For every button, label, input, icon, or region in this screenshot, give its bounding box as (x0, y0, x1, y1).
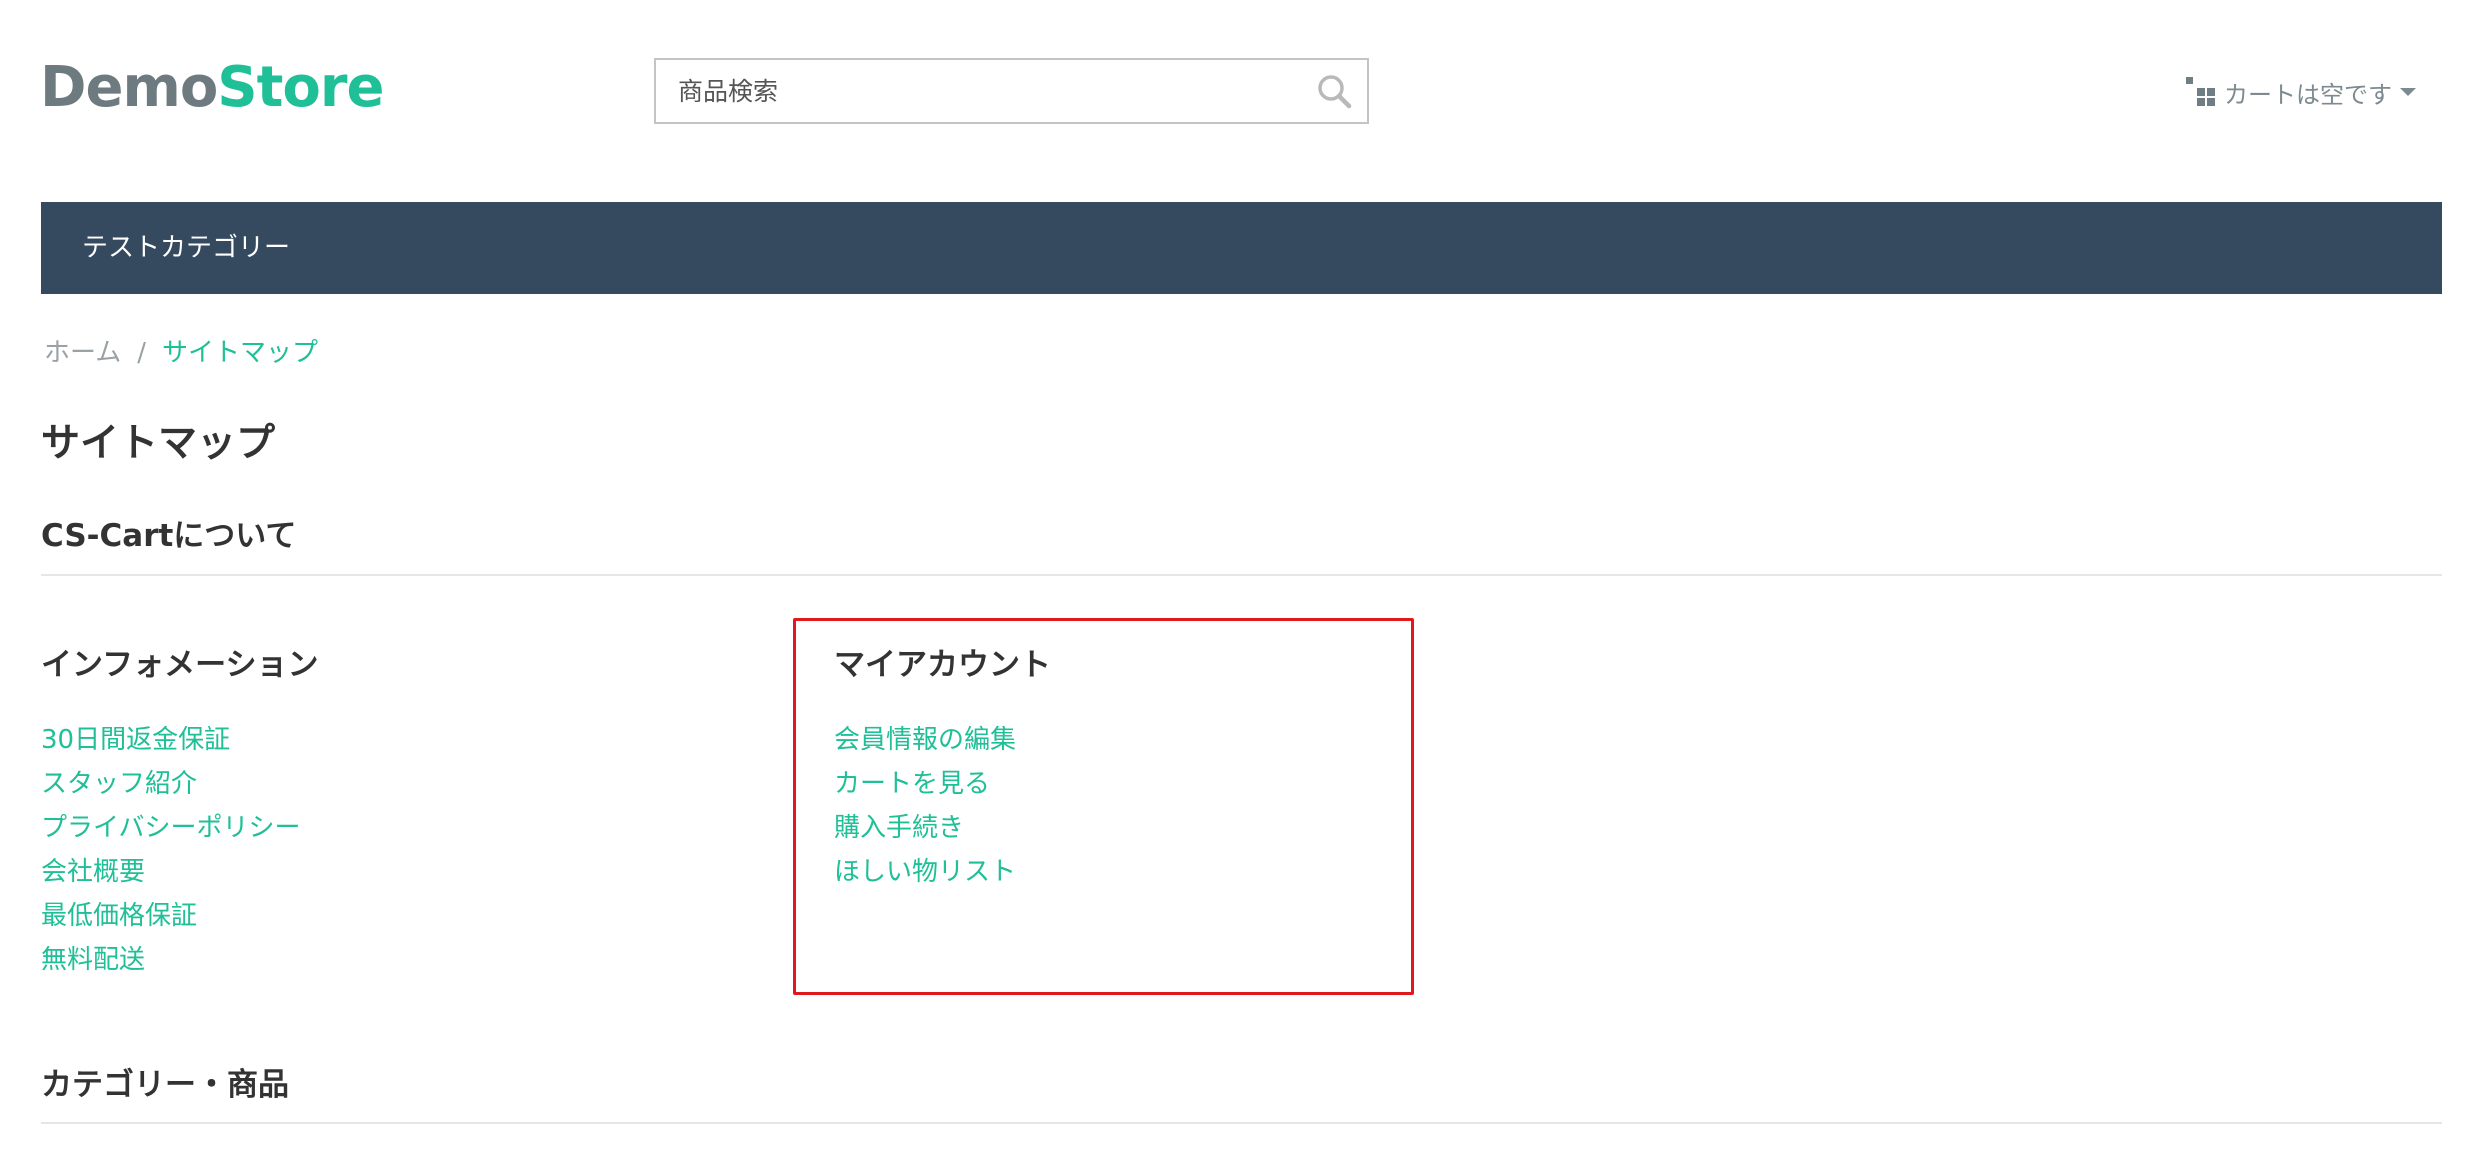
breadcrumb-separator: / (137, 338, 146, 368)
my-account-link[interactable]: ほしい物リスト (834, 850, 1016, 894)
logo-text-demo: Demo (40, 55, 218, 120)
my-account-column-title: マイアカウント (834, 647, 1051, 683)
section-title-categories: カテゴリー・商品 (41, 1067, 289, 1103)
info-link[interactable]: 30日間返金保証 (41, 718, 300, 762)
section-divider-about (41, 574, 2442, 576)
info-link[interactable]: 最低価格保証 (41, 894, 300, 938)
page-title: サイトマップ (41, 421, 276, 466)
my-account-link[interactable]: 会員情報の編集 (834, 718, 1016, 762)
info-link[interactable]: 無料配送 (41, 938, 300, 982)
my-account-link[interactable]: カートを見る (834, 762, 1016, 806)
info-link[interactable]: プライバシーポリシー (41, 806, 300, 850)
cart-grid-icon (2186, 77, 2216, 107)
cart-dropdown[interactable]: カートは空です (2186, 72, 2418, 112)
info-link[interactable]: スタッフ紹介 (41, 762, 300, 806)
search-icon[interactable] (1313, 70, 1357, 114)
nav-item-test-category[interactable]: テストカテゴリー (82, 202, 290, 294)
info-link-list: 30日間返金保証 スタッフ紹介 プライバシーポリシー 会社概要 最低価格保証 無… (41, 718, 300, 982)
info-column-title: インフォメーション (41, 647, 319, 683)
logo-text-store: Store (217, 55, 384, 120)
my-account-link-list: 会員情報の編集 カートを見る 購入手続き ほしい物リスト (834, 718, 1016, 894)
chevron-down-icon (2398, 82, 2418, 102)
site-header: DemoStore カートは空です (0, 0, 2484, 203)
breadcrumb-home-link[interactable]: ホーム (44, 338, 121, 368)
breadcrumb: ホーム / サイトマップ (44, 333, 318, 373)
breadcrumb-current[interactable]: サイトマップ (162, 338, 318, 368)
my-account-link[interactable]: 購入手続き (834, 806, 1016, 850)
search-box (654, 58, 1369, 124)
cart-status-label: カートは空です (2224, 80, 2392, 109)
section-title-about: CS-Cartについて (41, 518, 297, 554)
section-divider-categories (41, 1122, 2442, 1124)
store-logo[interactable]: DemoStore (40, 55, 384, 120)
search-input[interactable] (656, 60, 1296, 122)
category-nav: テストカテゴリー (41, 202, 2442, 294)
info-link[interactable]: 会社概要 (41, 850, 300, 894)
